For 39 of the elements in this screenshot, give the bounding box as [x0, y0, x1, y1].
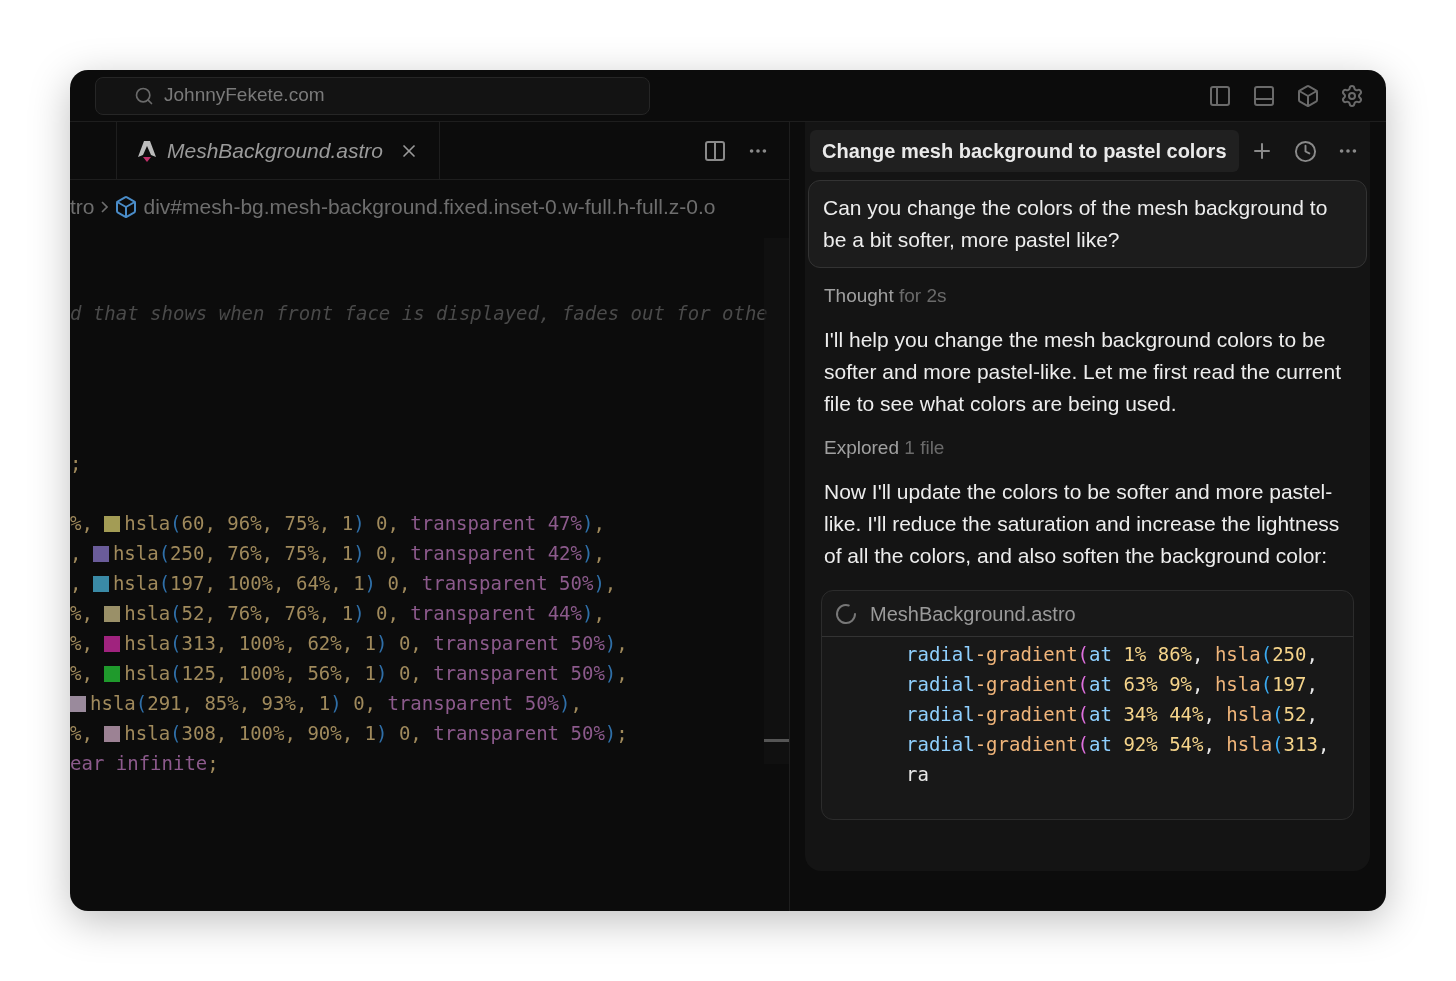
code-line: radial-gradient(at 92% 54%, hsla(313, [906, 732, 1330, 757]
assistant-message: Now I'll update the colors to be softer and more pastel-like. I'll reduce the saturation and increase the lightness of all the colors, and also soften the background color: [824, 479, 1341, 569]
search-icon [134, 85, 154, 106]
code-line: d that shows when front face is displayed, fades out for othe [70, 301, 768, 326]
cube-icon [113, 195, 138, 219]
status-line[interactable]: Thought for 2s [824, 282, 1351, 310]
code-line: %, hsla(52, 76%, 76%, 1) 0, transparent 44%), [70, 601, 605, 626]
breadcrumb-item[interactable]: div#mesh-bg.mesh-background.fixed.inset-0.w-full.h-full.z-0.o [143, 191, 716, 223]
code-block-filename: MeshBackground.astro [870, 601, 1076, 627]
code-line: %, hsla(308, 100%, 90%, 1) 0, transparent 50%); [70, 721, 628, 746]
user-message: Can you change the colors of the mesh background to be a bit softer, more pastel like? [808, 180, 1367, 268]
code-line: radial-gradient(at 1% 86%, hsla(250, [906, 642, 1318, 667]
search-field[interactable]: JohnnyFekete.com [95, 76, 650, 115]
split-editor-icon[interactable] [703, 138, 727, 163]
panel-toggle-icon[interactable] [1252, 83, 1276, 108]
cube-icon[interactable] [1296, 83, 1320, 108]
code-line: %, hsla(125, 100%, 56%, 1) 0, transparent 50%), [70, 661, 628, 686]
settings-icon[interactable] [1340, 83, 1364, 108]
code-line: ra [906, 762, 929, 787]
spinner-icon [834, 601, 858, 626]
sidebar-toggle-icon[interactable] [1208, 83, 1232, 108]
code-line: ; [70, 451, 82, 476]
code-line: radial-gradient(at 34% 44%, hsla(52, [906, 702, 1318, 727]
chat-title[interactable]: Change mesh background to pastel colors [810, 130, 1239, 172]
breadcrumb-item[interactable]: tro [70, 191, 95, 223]
search-input[interactable]: JohnnyFekete.com [164, 81, 564, 110]
code-line: %, hsla(60, 96%, 75%, 1) 0, transparent 47%), [70, 511, 605, 536]
code-line: , hsla(250, 76%, 75%, 1) 0, transparent 42%), [70, 541, 605, 566]
code-line: , hsla(197, 100%, 64%, 1) 0, transparent 50%), [70, 571, 617, 596]
status-line[interactable]: Explored 1 file [824, 434, 1351, 462]
chevron-icon [100, 201, 108, 213]
triangle-logo-icon [137, 138, 157, 163]
history-icon[interactable] [1294, 139, 1317, 163]
code-line: ear infinite; [70, 751, 219, 776]
assistant-message: I'll help you change the mesh background colors to be softer and more pastel-like. Let me first read the current file to see what colors are being used. [824, 327, 1343, 417]
editor-tab[interactable]: MeshBackground.astro [116, 122, 440, 179]
code-line: radial-gradient(at 63% 9%, hsla(197, [906, 672, 1318, 697]
code-line: hsla(291, 85%, 93%, 1) 0, transparent 50%), [70, 688, 582, 718]
code-line: %, hsla(313, 100%, 62%, 1) 0, transparent 50%), [70, 631, 628, 656]
